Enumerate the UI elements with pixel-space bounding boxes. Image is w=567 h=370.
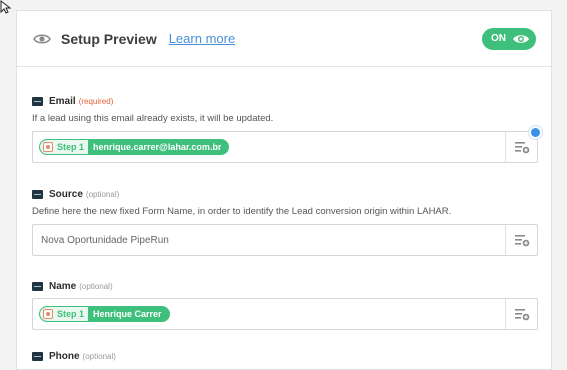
toggle-label: ON [491, 33, 506, 44]
mouse-cursor-icon [0, 0, 12, 14]
list-add-icon [514, 142, 529, 154]
page-title: Setup Preview [61, 30, 157, 47]
email-field-group: Email (required) If a lead using this em… [32, 94, 538, 163]
field-help-text: If a lead using this email already exist… [32, 113, 274, 124]
focus-indicator-dot[interactable] [528, 125, 543, 140]
field-label: Source [49, 188, 83, 200]
pill-value: henrique.carrer@lahar.com.br [93, 142, 222, 152]
pill-step-label: Step 1 [57, 309, 85, 319]
name-field-group: Name (optional) Step 1 Henrique Carrer [32, 279, 538, 330]
list-add-icon [514, 309, 529, 321]
lahar-app-icon [32, 189, 43, 199]
step-app-icon [43, 142, 53, 152]
eye-icon [513, 34, 529, 43]
learn-more-link[interactable]: Learn more [169, 31, 235, 46]
step-app-icon [43, 309, 53, 319]
insert-field-button[interactable] [505, 299, 537, 329]
name-input[interactable]: Step 1 Henrique Carrer [32, 298, 538, 330]
optional-tag: (optional) [85, 189, 120, 199]
lahar-app-icon [32, 281, 43, 291]
phone-field-group: Phone (optional) [32, 349, 538, 363]
source-field-group: Source (optional) Define here the new fi… [32, 187, 538, 256]
source-input[interactable]: Nova Oportunidade PipeRun [32, 224, 538, 256]
mapped-value-pill[interactable]: Step 1 henrique.carrer@lahar.com.br [39, 139, 230, 155]
field-label: Name [49, 280, 77, 292]
field-label: Email [49, 95, 76, 107]
field-help-text: Define here the new fixed Form Name, in … [32, 206, 452, 217]
lahar-app-icon [32, 96, 43, 106]
eye-icon [33, 33, 51, 44]
email-input[interactable]: Step 1 henrique.carrer@lahar.com.br [32, 131, 538, 163]
mapped-value-pill[interactable]: Step 1 Henrique Carrer [39, 306, 170, 322]
lahar-app-icon [32, 351, 43, 361]
setup-preview-panel: Setup Preview Learn more ON Email (requi… [16, 10, 552, 370]
optional-tag: (optional) [82, 351, 116, 361]
preview-toggle[interactable]: ON [482, 27, 536, 50]
optional-tag: (optional) [79, 281, 113, 291]
panel-header: Setup Preview Learn more ON [17, 11, 551, 67]
required-tag: (required) [78, 96, 114, 106]
insert-field-button[interactable] [505, 225, 537, 255]
list-add-icon [514, 235, 529, 247]
input-value: Nova Oportunidade PipeRun [41, 234, 169, 246]
pill-step-label: Step 1 [57, 142, 85, 152]
pill-value: Henrique Carrer [93, 309, 162, 319]
field-label: Phone [49, 350, 80, 362]
